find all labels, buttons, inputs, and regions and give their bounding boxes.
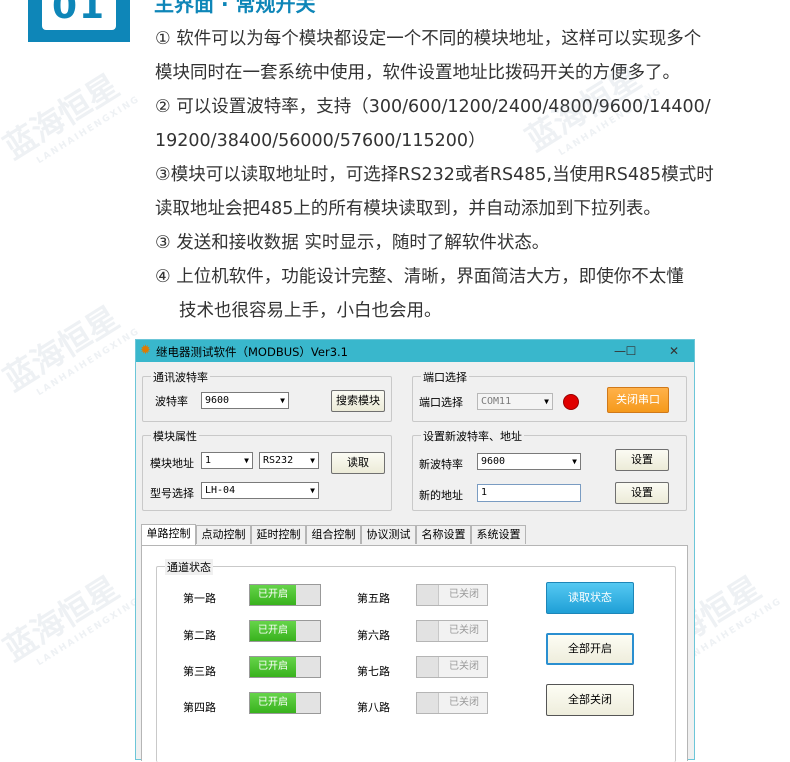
close-port-button[interactable]: 关闭串口 xyxy=(607,387,669,413)
tab-single-control[interactable]: 单路控制 xyxy=(141,524,196,545)
intro-line: 读取地址会把485上的所有模块读取到，并自动添加到下拉列表。 xyxy=(155,199,661,219)
intro-line: ③ 发送和接收数据 实时显示，随时了解软件状态。 xyxy=(155,233,550,253)
channel-7-switch[interactable]: 已关闭 xyxy=(416,656,488,678)
watermark: 蓝海恒星 LANHAIHENGXING xyxy=(0,568,143,669)
channel-5-switch[interactable]: 已关闭 xyxy=(416,584,488,606)
model-select[interactable]: LH-04 ▼ xyxy=(201,482,319,499)
port-group: 端口选择 端口选择 COM11 ▼ 关闭串口 xyxy=(412,369,687,422)
title-bar[interactable]: ✹ 继电器测试软件（MODBUS）Ver3.1 — ☐ ✕ xyxy=(136,340,694,362)
intro-line: 技术也很容易上手，小白也会用。 xyxy=(179,301,442,321)
read-status-button[interactable]: 读取状态 xyxy=(546,582,634,614)
port-label: 端口选择 xyxy=(419,396,463,409)
channel-2-switch[interactable]: 已开启 xyxy=(249,620,321,642)
tab-delay-control[interactable]: 延时控制 xyxy=(251,525,306,544)
tab-protocol-test[interactable]: 协议测试 xyxy=(361,525,416,544)
intro-line: 19200/38400/56000/57600/115200） xyxy=(155,131,486,151)
watermark: 蓝海恒星 LANHAIHENGXING xyxy=(0,66,143,167)
chevron-down-icon: ▼ xyxy=(310,456,315,465)
channel-8-switch[interactable]: 已关闭 xyxy=(416,692,488,714)
chevron-down-icon: ▼ xyxy=(310,486,315,495)
watermark: 蓝海恒星 LANHAIHENGXING xyxy=(0,298,143,399)
tab-jog-control[interactable]: 点动控制 xyxy=(196,525,251,544)
intro-line: ④ 上位机软件，功能设计完整、清晰，界面简洁大方，即使你不太懂 xyxy=(155,267,684,287)
channel-group: 通道状态 第一路 已开启 第二路 已开启 第三路 已开启 第四路 已开启 第五路… xyxy=(156,559,676,762)
set-baud-button[interactable]: 设置 xyxy=(615,449,669,471)
channel-1-switch[interactable]: 已开启 xyxy=(249,584,321,606)
group-title: 端口选择 xyxy=(421,369,469,385)
baud-group: 通讯波特率 波特率 9600 ▼ 搜索模块 xyxy=(142,369,392,422)
intro-line: ① 软件可以为每个模块都设定一个不同的模块地址，这样可以实现多个 xyxy=(155,29,702,49)
channel-label: 第八路 xyxy=(357,701,390,714)
group-title: 通讯波特率 xyxy=(151,369,210,385)
set-address-button[interactable]: 设置 xyxy=(615,482,669,504)
close-button[interactable]: ✕ xyxy=(662,342,686,360)
channel-6-switch[interactable]: 已关闭 xyxy=(416,620,488,642)
section-heading: 主界面 · 常规开关 xyxy=(154,0,316,16)
port-status-indicator xyxy=(563,394,579,410)
channel-label: 第一路 xyxy=(183,592,216,605)
channel-label: 第五路 xyxy=(357,592,390,605)
chevron-down-icon: ▼ xyxy=(244,456,249,465)
channel-label: 第二路 xyxy=(183,629,216,642)
channel-label: 第三路 xyxy=(183,665,216,678)
group-title: 设置新波特率、地址 xyxy=(421,428,524,444)
tab-group-control[interactable]: 组合控制 xyxy=(306,525,361,544)
baud-select[interactable]: 9600 ▼ xyxy=(201,392,289,409)
channel-3-switch[interactable]: 已开启 xyxy=(249,656,321,678)
group-title: 通道状态 xyxy=(165,559,213,575)
chevron-down-icon: ▼ xyxy=(544,397,549,406)
chevron-down-icon: ▼ xyxy=(280,396,285,405)
mode-select[interactable]: RS232 ▼ xyxy=(259,452,319,469)
group-title: 模块属性 xyxy=(151,428,199,444)
module-group: 模块属性 模块地址 1 ▼ RS232 ▼ 读取 型号选择 LH-04 ▼ xyxy=(142,428,392,511)
read-address-button[interactable]: 读取 xyxy=(331,452,385,474)
section-badge: 01 xyxy=(28,0,130,42)
chevron-down-icon: ▼ xyxy=(572,457,577,466)
window-title: 继电器测试软件（MODBUS）Ver3.1 xyxy=(156,345,349,359)
new-settings-group: 设置新波特率、地址 新波特率 9600 ▼ 设置 新的地址 1 设置 xyxy=(412,428,687,511)
feature-description: ① 软件可以为每个模块都设定一个不同的模块地址，这样可以实现多个 模块同时在一套… xyxy=(155,22,780,328)
single-control-panel: 通道状态 第一路 已开启 第二路 已开启 第三路 已开启 第四路 已开启 第五路… xyxy=(141,545,688,762)
address-select[interactable]: 1 ▼ xyxy=(201,452,253,469)
new-baud-select[interactable]: 9600 ▼ xyxy=(477,453,581,470)
tab-system-settings[interactable]: 系统设置 xyxy=(471,525,526,544)
address-label: 模块地址 xyxy=(150,457,194,470)
baud-label: 波特率 xyxy=(155,395,188,408)
all-off-button[interactable]: 全部关闭 xyxy=(546,684,634,716)
tab-name-settings[interactable]: 名称设置 xyxy=(416,525,471,544)
gear-icon: ✹ xyxy=(140,343,151,358)
search-module-button[interactable]: 搜索模块 xyxy=(331,390,385,412)
all-on-button[interactable]: 全部开启 xyxy=(546,633,634,665)
maximize-button[interactable]: ☐ xyxy=(619,342,643,360)
new-address-input[interactable]: 1 xyxy=(477,484,581,502)
intro-line: ② 可以设置波特率，支持（300/600/1200/2400/4800/9600… xyxy=(155,97,711,117)
model-label: 型号选择 xyxy=(150,487,194,500)
intro-line: ③模块可以读取地址时，可选择RS232或者RS485,当使用RS485模式时 xyxy=(155,165,714,185)
new-address-label: 新的地址 xyxy=(419,489,463,502)
channel-4-switch[interactable]: 已开启 xyxy=(249,692,321,714)
intro-line: 模块同时在一套系统中使用，软件设置地址比拨码开关的方便多了。 xyxy=(155,63,680,83)
app-window: ✹ 继电器测试软件（MODBUS）Ver3.1 — ☐ ✕ 通讯波特率 波特率 … xyxy=(135,339,695,762)
channel-label: 第七路 xyxy=(357,665,390,678)
section-number: 01 xyxy=(51,0,107,27)
channel-label: 第四路 xyxy=(183,701,216,714)
port-select[interactable]: COM11 ▼ xyxy=(477,393,553,410)
new-baud-label: 新波特率 xyxy=(419,458,463,471)
channel-label: 第六路 xyxy=(357,629,390,642)
